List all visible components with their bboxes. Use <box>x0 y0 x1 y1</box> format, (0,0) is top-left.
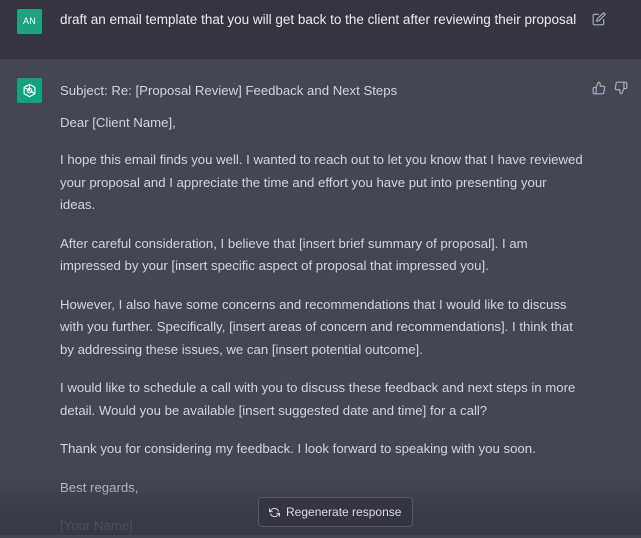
email-paragraph: Thank you for considering my feedback. I… <box>60 441 536 456</box>
email-subject: Subject: Re: [Proposal Review] Feedback … <box>60 83 398 98</box>
email-greeting: Dear [Client Name], <box>60 114 176 130</box>
email-paragraph: I would like to schedule a call with you… <box>60 380 576 418</box>
user-message-text: draft an email template that you will ge… <box>60 12 577 27</box>
thumbs-up-icon[interactable] <box>592 81 606 95</box>
user-avatar: AN <box>17 9 42 34</box>
email-sign-off: Best regards, <box>60 479 139 495</box>
user-message-row: AN draft an email template that you will… <box>0 0 641 59</box>
openai-logo-icon <box>23 83 36 98</box>
regenerate-response-button[interactable]: Regenerate response <box>258 497 414 527</box>
refresh-icon <box>269 507 280 517</box>
assistant-avatar <box>17 78 42 103</box>
email-paragraph: I hope this email finds you well. I want… <box>60 152 583 212</box>
thumbs-down-icon[interactable] <box>614 81 628 95</box>
email-paragraph: After careful consideration, I believe t… <box>60 235 528 274</box>
edit-icon[interactable] <box>592 12 606 26</box>
email-paragraph: However, I also have some concerns and r… <box>60 296 573 357</box>
assistant-message: Subject: Re: [Proposal Review] Feedback … <box>60 80 585 538</box>
regenerate-label: Regenerate response <box>286 505 402 519</box>
